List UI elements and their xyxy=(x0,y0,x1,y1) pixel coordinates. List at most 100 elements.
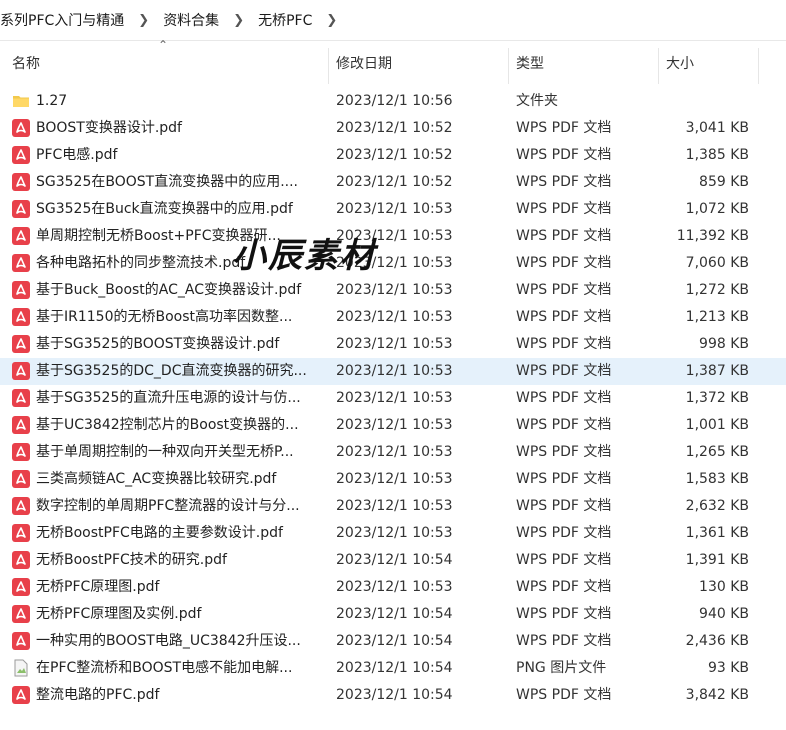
file-type: WPS PDF 文档 xyxy=(516,633,612,649)
pdf-icon xyxy=(12,308,30,326)
pdf-icon xyxy=(12,524,30,542)
file-date: 2023/12/1 10:54 xyxy=(336,660,453,676)
file-row[interactable]: 基于Buck_Boost的AC_AC变换器设计.pdf 2023/12/1 10:… xyxy=(0,277,786,304)
file-type: WPS PDF 文档 xyxy=(516,255,612,271)
file-name: 基于UC3842控制芯片的Boost变换器的... xyxy=(36,417,299,433)
file-type: WPS PDF 文档 xyxy=(516,174,612,190)
file-type: WPS PDF 文档 xyxy=(516,282,612,298)
file-name: BOOST变换器设计.pdf xyxy=(36,120,182,136)
pdf-icon xyxy=(12,497,30,515)
pdf-icon xyxy=(12,362,30,380)
file-date: 2023/12/1 10:54 xyxy=(336,552,453,568)
file-size: 1,272 KB xyxy=(685,282,749,298)
column-header-date[interactable]: 修改日期 xyxy=(336,44,392,84)
file-type: WPS PDF 文档 xyxy=(516,606,612,622)
file-date: 2023/12/1 10:52 xyxy=(336,147,453,163)
file-name: PFC电感.pdf xyxy=(36,147,118,163)
file-row[interactable]: SG3525在BOOST直流变换器中的应用.... 2023/12/1 10:52… xyxy=(0,169,786,196)
file-row[interactable]: 整流电路的PFC.pdf 2023/12/1 10:54 WPS PDF 文档 3,8… xyxy=(0,682,786,709)
file-row[interactable]: SG3525在Buck直流变换器中的应用.pdf 2023/12/1 10:53 W… xyxy=(0,196,786,223)
file-date: 2023/12/1 10:53 xyxy=(336,471,453,487)
pdf-icon xyxy=(12,470,30,488)
pdf-icon xyxy=(12,632,30,650)
breadcrumb-item-current[interactable]: 无桥PFC xyxy=(252,10,318,30)
file-type: WPS PDF 文档 xyxy=(516,444,612,460)
file-row[interactable]: 无桥BoostPFC电路的主要参数设计.pdf 2023/12/1 10:53 WP… xyxy=(0,520,786,547)
file-name: SG3525在Buck直流变换器中的应用.pdf xyxy=(36,201,293,217)
file-type: WPS PDF 文档 xyxy=(516,498,612,514)
file-row[interactable]: 单周期控制无桥Boost+PFC变换器研... 2023/12/1 10:53 WP… xyxy=(0,223,786,250)
file-row[interactable]: 一种实用的BOOST电路_UC3842升压设... 2023/12/1 10:54… xyxy=(0,628,786,655)
file-size: 1,072 KB xyxy=(685,201,749,217)
column-header-name[interactable]: 名称 xyxy=(12,44,40,84)
file-type: WPS PDF 文档 xyxy=(516,390,612,406)
column-divider[interactable] xyxy=(658,48,659,84)
file-row[interactable]: 基于单周期控制的一种双向开关型无桥P... 2023/12/1 10:53 WPS … xyxy=(0,439,786,466)
column-divider[interactable] xyxy=(508,48,509,84)
file-date: 2023/12/1 10:54 xyxy=(336,606,453,622)
file-name: 一种实用的BOOST电路_UC3842升压设... xyxy=(36,633,301,649)
breadcrumb-item-series[interactable]: 系列PFC入门与精通 xyxy=(0,10,130,30)
file-row[interactable]: 各种电路拓朴的同步整流技术.pdf 2023/12/1 10:53 WPS PDF … xyxy=(0,250,786,277)
file-row[interactable]: 数字控制的单周期PFC整流器的设计与分... 2023/12/1 10:53 WPS… xyxy=(0,493,786,520)
pdf-icon xyxy=(12,119,30,137)
file-date: 2023/12/1 10:54 xyxy=(336,633,453,649)
file-size: 1,001 KB xyxy=(685,417,749,433)
file-row[interactable]: 基于IR1150的无桥Boost高功率因数整... 2023/12/1 10:53… xyxy=(0,304,786,331)
pdf-icon xyxy=(12,578,30,596)
pdf-icon xyxy=(12,551,30,569)
file-row[interactable]: 基于SG3525的BOOST变换器设计.pdf 2023/12/1 10:53 WP… xyxy=(0,331,786,358)
file-row[interactable]: 无桥PFC原理图及实例.pdf 2023/12/1 10:54 WPS PDF 文档… xyxy=(0,601,786,628)
file-row[interactable]: 基于SG3525的直流升压电源的设计与仿... 2023/12/1 10:53 WP… xyxy=(0,385,786,412)
file-type: WPS PDF 文档 xyxy=(516,687,612,703)
file-row[interactable]: BOOST变换器设计.pdf 2023/12/1 10:52 WPS PDF 文档 3… xyxy=(0,115,786,142)
file-date: 2023/12/1 10:53 xyxy=(336,444,453,460)
file-size: 1,265 KB xyxy=(685,444,749,460)
file-name: 三类高频链AC_AC变换器比较研究.pdf xyxy=(36,471,277,487)
file-name: 无桥BoostPFC技术的研究.pdf xyxy=(36,552,227,568)
column-header-type[interactable]: 类型 xyxy=(516,44,544,84)
file-size: 93 KB xyxy=(707,660,749,676)
file-row[interactable]: 1.27 2023/12/1 10:56 文件夹 xyxy=(0,88,786,115)
file-date: 2023/12/1 10:53 xyxy=(336,228,453,244)
file-name: SG3525在BOOST直流变换器中的应用.... xyxy=(36,174,299,190)
file-name: 基于SG3525的直流升压电源的设计与仿... xyxy=(36,390,301,406)
file-row[interactable]: 基于UC3842控制芯片的Boost变换器的... 2023/12/1 10:53… xyxy=(0,412,786,439)
file-size: 1,213 KB xyxy=(685,309,749,325)
file-row[interactable]: PFC电感.pdf 2023/12/1 10:52 WPS PDF 文档 1,385 … xyxy=(0,142,786,169)
file-type: 文件夹 xyxy=(516,93,558,109)
file-size: 1,361 KB xyxy=(685,525,749,541)
file-row[interactable]: 在PFC整流桥和BOOST电感不能加电解... 2023/12/1 10:54 PN… xyxy=(0,655,786,682)
file-row[interactable]: 无桥BoostPFC技术的研究.pdf 2023/12/1 10:54 WPS PD… xyxy=(0,547,786,574)
file-name: 基于SG3525的BOOST变换器设计.pdf xyxy=(36,336,280,352)
file-size: 1,385 KB xyxy=(685,147,749,163)
file-size: 1,387 KB xyxy=(685,363,749,379)
file-row[interactable]: 三类高频链AC_AC变换器比较研究.pdf 2023/12/1 10:53 WPS … xyxy=(0,466,786,493)
file-row[interactable]: 无桥PFC原理图.pdf 2023/12/1 10:53 WPS PDF 文档 130… xyxy=(0,574,786,601)
file-date: 2023/12/1 10:56 xyxy=(336,93,453,109)
column-divider[interactable] xyxy=(328,48,329,84)
chevron-right-icon[interactable]: ❯ xyxy=(225,13,252,28)
file-size: 998 KB xyxy=(699,336,749,352)
chevron-right-icon[interactable]: ❯ xyxy=(318,13,345,28)
file-name: 数字控制的单周期PFC整流器的设计与分... xyxy=(36,498,300,514)
file-date: 2023/12/1 10:53 xyxy=(336,417,453,433)
file-name: 1.27 xyxy=(36,93,68,109)
column-divider[interactable] xyxy=(758,48,759,84)
file-date: 2023/12/1 10:53 xyxy=(336,363,453,379)
file-date: 2023/12/1 10:52 xyxy=(336,120,453,136)
file-date: 2023/12/1 10:53 xyxy=(336,282,453,298)
pdf-icon xyxy=(12,443,30,461)
pdf-icon xyxy=(12,173,30,191)
file-date: 2023/12/1 10:52 xyxy=(336,174,453,190)
file-name: 单周期控制无桥Boost+PFC变换器研... xyxy=(36,228,281,244)
file-name: 整流电路的PFC.pdf xyxy=(36,687,160,703)
file-size: 2,632 KB xyxy=(685,498,749,514)
file-size: 1,391 KB xyxy=(685,552,749,568)
column-header-size[interactable]: 大小 xyxy=(666,44,694,84)
file-size: 11,392 KB xyxy=(676,228,749,244)
breadcrumb-item-collection[interactable]: 资料合集 xyxy=(157,10,225,30)
file-row[interactable]: 基于SG3525的DC_DC直流变换器的研究... 2023/12/1 10:53… xyxy=(0,358,786,385)
file-date: 2023/12/1 10:53 xyxy=(336,390,453,406)
chevron-right-icon[interactable]: ❯ xyxy=(130,13,157,28)
